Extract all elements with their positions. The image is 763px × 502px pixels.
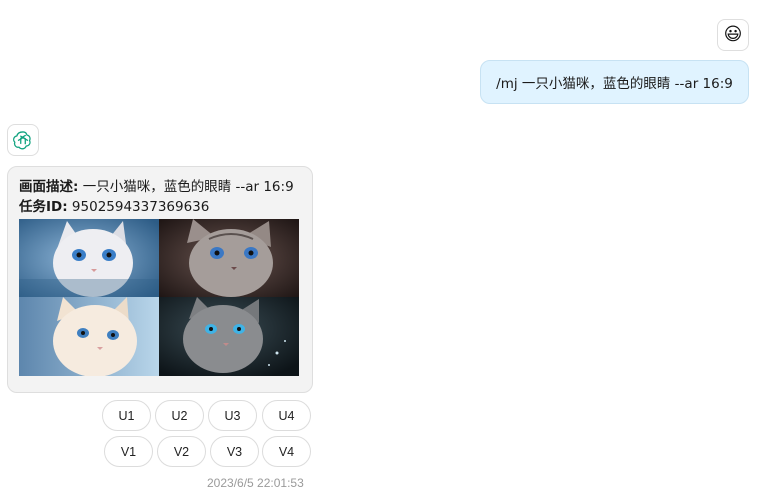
user-message-bubble: /mj 一只小猫咪，蓝色的眼睛 --ar 16:9 xyxy=(480,60,749,104)
generated-image-grid[interactable] xyxy=(19,219,299,376)
variation-button-3[interactable]: V3 xyxy=(210,436,259,467)
task-id-value: 9502594337369636 xyxy=(67,199,210,215)
variation-button-4[interactable]: V4 xyxy=(262,436,311,467)
prompt-description-label: 画面描述: xyxy=(19,179,79,195)
bot-message-bubble: 画面描述: 一只小猫咪，蓝色的眼睛 --ar 16:9 任务ID: 950259… xyxy=(7,166,313,393)
task-id: 任务ID: 9502594337369636 xyxy=(19,197,302,217)
upscale-button-2[interactable]: U2 xyxy=(155,400,204,431)
kitten-image-2[interactable] xyxy=(159,219,299,297)
upscale-button-3[interactable]: U3 xyxy=(208,400,257,431)
chat-window: 😃 /mj 一只小猫咪，蓝色的眼睛 --ar 16:9 画面描述: 一只小猫咪，… xyxy=(0,0,763,502)
variation-button-2[interactable]: V2 xyxy=(157,436,206,467)
prompt-description: 画面描述: 一只小猫咪，蓝色的眼睛 --ar 16:9 xyxy=(19,177,302,197)
kitten-image-3[interactable] xyxy=(19,297,159,376)
kitten-image-4[interactable] xyxy=(159,297,299,376)
bot-avatar[interactable] xyxy=(7,124,39,156)
upscale-button-4[interactable]: U4 xyxy=(262,400,311,431)
user-avatar[interactable]: 😃 xyxy=(717,19,749,51)
upscale-button-1[interactable]: U1 xyxy=(102,400,151,431)
smiley-emoji-icon: 😃 xyxy=(723,24,743,45)
openai-logo-icon xyxy=(13,131,31,150)
kitten-image-1[interactable] xyxy=(19,219,159,297)
user-message-text: /mj 一只小猫咪，蓝色的眼睛 --ar 16:9 xyxy=(496,76,733,92)
message-timestamp: 2023/6/5 22:01:53 xyxy=(207,476,304,490)
prompt-description-value: 一只小猫咪，蓝色的眼睛 --ar 16:9 xyxy=(78,179,294,195)
variation-button-1[interactable]: V1 xyxy=(104,436,153,467)
task-id-label: 任务ID: xyxy=(19,199,68,215)
